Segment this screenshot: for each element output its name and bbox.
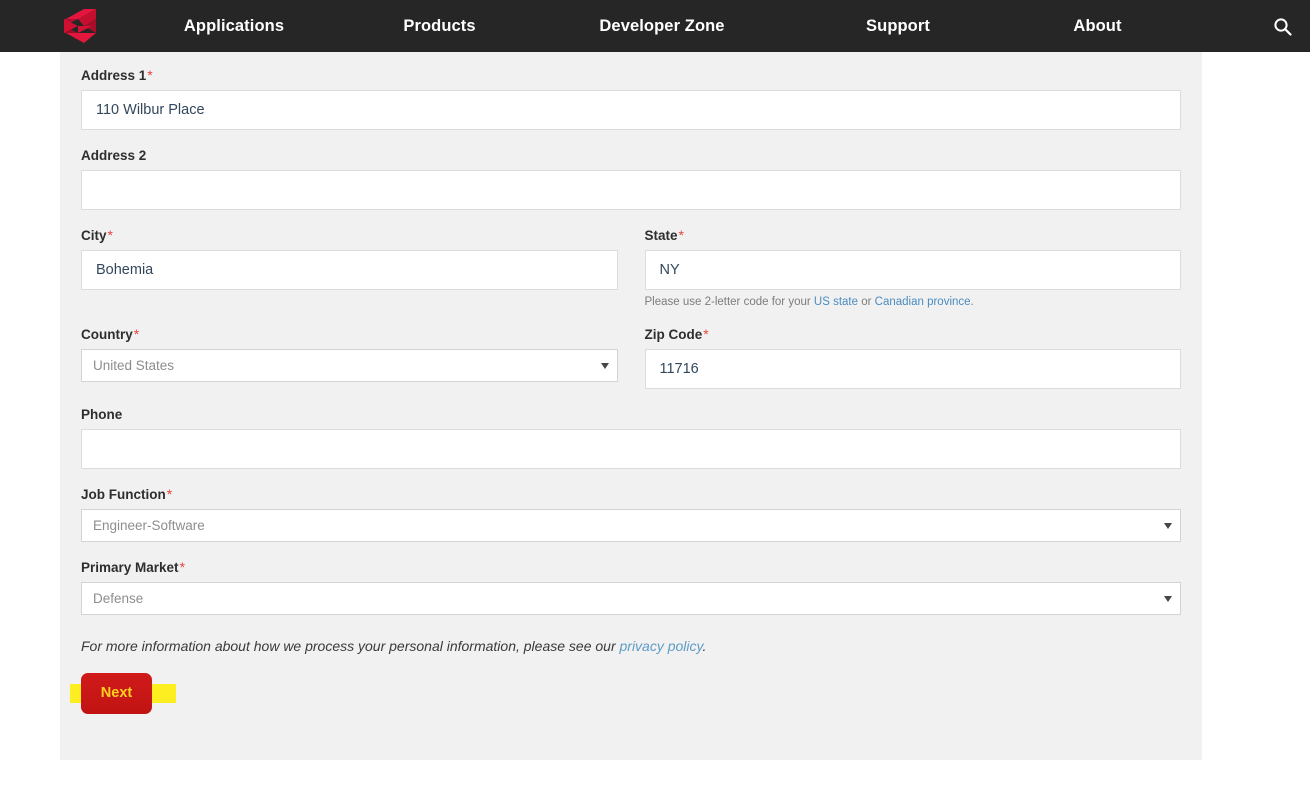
field-zip: Zip Code*: [644, 326, 1182, 389]
field-city: City*: [81, 227, 618, 309]
address1-input[interactable]: [81, 90, 1181, 130]
nav-item-developer-zone[interactable]: Developer Zone: [547, 17, 777, 36]
country-label-text: Country: [81, 327, 133, 342]
address2-label-text: Address 2: [81, 148, 147, 163]
phone-input[interactable]: [81, 429, 1181, 469]
zip-label-text: Zip Code: [644, 327, 703, 342]
phone-label-text: Phone: [81, 407, 123, 422]
state-label-text: State: [644, 228, 678, 243]
field-address2: Address 2: [81, 147, 1181, 210]
city-input[interactable]: [81, 250, 618, 290]
state-helper-suffix: .: [970, 296, 974, 308]
state-helper-mid: or: [858, 296, 875, 308]
state-required-marker: *: [678, 227, 684, 243]
registration-form-panel: Address 1* Address 2 City* State* Please…: [60, 52, 1202, 760]
job-function-required-marker: *: [166, 486, 173, 502]
field-country: Country* United States: [81, 326, 618, 389]
address2-label: Address 2: [81, 147, 1181, 164]
us-state-link[interactable]: US state: [814, 296, 858, 308]
field-state: State* Please use 2-letter code for your…: [644, 227, 1182, 309]
primary-market-label-text: Primary Market: [81, 560, 179, 575]
zip-required-marker: *: [703, 326, 709, 342]
zip-input[interactable]: [644, 349, 1181, 389]
city-label: City*: [81, 227, 618, 244]
city-label-text: City: [81, 228, 107, 243]
address2-required-marker: [146, 147, 147, 163]
top-navigation-bar: Applications Products Developer Zone Sup…: [0, 0, 1310, 52]
address2-input[interactable]: [81, 170, 1181, 210]
form-inner: Address 1* Address 2 City* State* Please…: [60, 52, 1202, 720]
phone-label: Phone: [81, 406, 1181, 423]
field-phone: Phone: [81, 406, 1181, 469]
country-select-wrap: United States: [81, 349, 618, 382]
field-address1: Address 1*: [81, 67, 1181, 130]
field-job-function: Job Function* Engineer-Software: [81, 486, 1181, 542]
state-input[interactable]: [644, 250, 1181, 290]
address1-label: Address 1*: [81, 67, 1181, 84]
state-helper-text: Please use 2-letter code for your US sta…: [645, 295, 1182, 309]
primary-market-label: Primary Market*: [81, 559, 1181, 576]
nav-item-products[interactable]: Products: [332, 17, 547, 36]
phone-required-marker: [122, 406, 123, 422]
address1-required-marker: *: [147, 67, 153, 83]
privacy-text-before: For more information about how we proces…: [81, 638, 620, 654]
job-function-label: Job Function*: [81, 486, 1181, 503]
field-primary-market: Primary Market* Defense: [81, 559, 1181, 615]
city-required-marker: *: [107, 227, 113, 243]
state-helper-prefix: Please use 2-letter code for your: [644, 296, 814, 308]
brand-logo[interactable]: [48, 7, 108, 45]
nav-item-applications[interactable]: Applications: [136, 17, 332, 36]
privacy-policy-link[interactable]: privacy policy: [620, 638, 703, 654]
nav-item-about[interactable]: About: [1019, 17, 1176, 36]
country-required-marker: *: [133, 326, 140, 342]
country-select[interactable]: United States: [81, 349, 618, 382]
nav-links: Applications Products Developer Zone Sup…: [136, 0, 1254, 52]
address1-label-text: Address 1: [81, 68, 147, 83]
job-function-select-wrap: Engineer-Software: [81, 509, 1181, 542]
row-country-zip: Country* United States Zip Code*: [81, 326, 1181, 389]
primary-market-select-wrap: Defense: [81, 582, 1181, 615]
zip-label: Zip Code*: [645, 326, 1182, 343]
privacy-text-after: .: [702, 638, 707, 654]
row-city-state: City* State* Please use 2-letter code fo…: [81, 227, 1181, 309]
next-button[interactable]: Next: [81, 673, 152, 714]
primary-market-select[interactable]: Defense: [81, 582, 1181, 615]
canadian-province-link[interactable]: Canadian province: [875, 296, 971, 308]
privacy-notice: For more information about how we proces…: [81, 637, 1181, 655]
job-function-label-text: Job Function: [81, 487, 166, 502]
search-icon[interactable]: [1254, 17, 1310, 36]
country-label: Country*: [81, 326, 618, 343]
primary-market-required-marker: *: [179, 559, 186, 575]
next-button-zone: Next: [70, 672, 1181, 720]
nav-item-support[interactable]: Support: [777, 17, 1019, 36]
job-function-select[interactable]: Engineer-Software: [81, 509, 1181, 542]
state-label: State*: [645, 227, 1182, 244]
